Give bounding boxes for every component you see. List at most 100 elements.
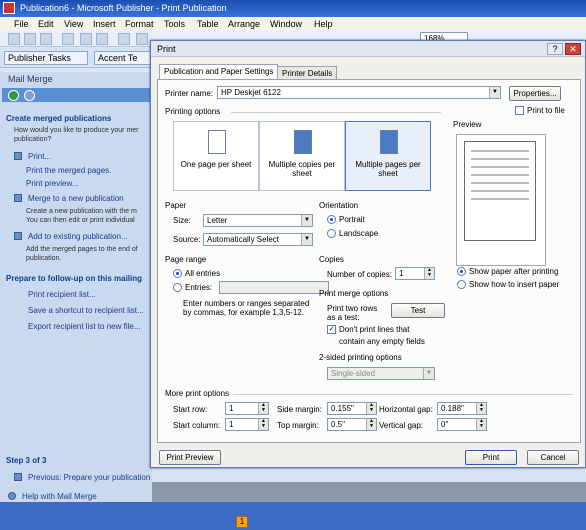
- horizontal-scrollbar[interactable]: [152, 468, 586, 482]
- show-paper-radio[interactable]: [457, 267, 466, 276]
- all-entries-radio[interactable]: [173, 269, 182, 278]
- menu-format[interactable]: Format: [125, 19, 154, 29]
- export-list-link[interactable]: Export recipient list to new file...: [28, 322, 141, 331]
- side-margin-stepper[interactable]: 0.155" ▲ ▼: [327, 402, 377, 415]
- menu-tools[interactable]: Tools: [164, 19, 185, 29]
- add-existing-link[interactable]: Add to existing publication...: [28, 232, 128, 241]
- print-preview-button[interactable]: Print Preview: [159, 450, 221, 465]
- menu-edit[interactable]: Edit: [38, 19, 54, 29]
- portrait-radio[interactable]: [327, 215, 336, 224]
- menu-view[interactable]: View: [64, 19, 83, 29]
- page-navigator[interactable]: 1: [236, 516, 248, 528]
- one-page-per-sheet-option[interactable]: One page per sheet: [173, 121, 259, 191]
- publisher-tasks-button[interactable]: Publisher Tasks: [4, 51, 88, 65]
- show-insert-radio[interactable]: [457, 280, 466, 289]
- properties-button[interactable]: Properties...: [509, 86, 561, 101]
- menu-table[interactable]: Table: [197, 19, 219, 29]
- create-merged-heading: Create merged publications: [6, 114, 112, 123]
- size-value: Letter: [207, 216, 228, 225]
- add-existing-desc-1: Add the merged pages to the end of: [26, 246, 138, 253]
- size-select[interactable]: Letter ▼: [203, 214, 313, 227]
- source-select[interactable]: Automatically Select ▼: [203, 233, 313, 246]
- page-range-label: Page range: [165, 255, 207, 264]
- print-merged-pages-text[interactable]: Print the merged pages.: [26, 166, 111, 175]
- preview-row: [471, 150, 529, 152]
- spin-arrows-icon[interactable]: ▲ ▼: [424, 268, 434, 279]
- printer-name-select[interactable]: HP Deskjet 6122 ▼: [217, 86, 501, 99]
- menu-arrange[interactable]: Arrange: [228, 19, 260, 29]
- start-row-stepper[interactable]: 1 ▲ ▼: [225, 402, 269, 415]
- entries-hint-1: Enter numbers or ranges separated: [183, 299, 310, 308]
- email-icon[interactable]: [62, 33, 74, 45]
- print-recipient-list-link[interactable]: Print recipient list...: [28, 290, 96, 299]
- tab-publication-paper[interactable]: Publication and Paper Settings: [159, 64, 279, 79]
- spelling-icon[interactable]: [118, 33, 130, 45]
- open-icon[interactable]: [24, 33, 36, 45]
- previous-step-link[interactable]: Previous: Prepare your publication: [28, 473, 150, 482]
- spin-arrows-icon[interactable]: ▲ ▼: [366, 419, 376, 430]
- two-sided-label: 2-sided printing options: [319, 353, 402, 362]
- print-preview-icon[interactable]: [96, 33, 108, 45]
- print-to-file-checkbox[interactable]: [515, 106, 524, 115]
- orientation-group-label: Orientation: [319, 201, 359, 210]
- two-sided-select[interactable]: Single-sided ▼: [327, 367, 435, 380]
- dont-print-label: Don't print lines that: [339, 325, 410, 334]
- menu-file[interactable]: File: [14, 19, 29, 29]
- print-button[interactable]: Print: [465, 450, 517, 465]
- menu-insert[interactable]: Insert: [93, 19, 116, 29]
- test-button[interactable]: Test: [391, 303, 445, 318]
- cancel-button[interactable]: Cancel: [527, 450, 579, 465]
- print-preview-link[interactable]: Print preview...: [26, 179, 78, 188]
- v-gap-label: Vertical gap:: [379, 421, 424, 430]
- question-line-2: publication?: [14, 136, 52, 143]
- v-gap-stepper[interactable]: 0" ▲ ▼: [437, 418, 487, 431]
- merge-new-desc-1: Create a new publication with the m: [26, 208, 137, 215]
- landscape-label: Landscape: [339, 229, 379, 238]
- forward-icon[interactable]: [24, 90, 35, 101]
- back-icon[interactable]: [8, 90, 19, 101]
- help-icon[interactable]: ?: [547, 43, 563, 55]
- save-shortcut-link[interactable]: Save a shortcut to recipient list...: [28, 306, 144, 315]
- h-gap-value: 0.188": [441, 404, 464, 413]
- app-title: Publication6 - Microsoft Publisher - Pri…: [20, 3, 227, 13]
- h-gap-label: Horizontal gap:: [379, 405, 433, 414]
- merge-new-link[interactable]: Merge to a new publication: [28, 194, 124, 203]
- entries-radio[interactable]: [173, 283, 182, 292]
- follow-up-heading: Prepare to follow-up on this mailing: [6, 274, 143, 283]
- preview-row: [471, 158, 529, 160]
- preview-row: [471, 190, 529, 192]
- spin-arrows-icon[interactable]: ▲ ▼: [476, 403, 486, 414]
- save-icon[interactable]: [40, 33, 52, 45]
- print-link[interactable]: Print...: [28, 152, 51, 161]
- status-bar: [0, 502, 586, 530]
- print-to-file-label: Print to file: [527, 106, 565, 115]
- divider: [233, 394, 573, 395]
- top-margin-stepper[interactable]: 0.5" ▲ ▼: [327, 418, 377, 431]
- landscape-radio[interactable]: [327, 229, 336, 238]
- multiple-copies-option[interactable]: Multiple copies per sheet: [259, 121, 345, 191]
- multiple-copies-icon: [294, 130, 312, 154]
- publisher-icon[interactable]: [3, 2, 15, 14]
- help-link[interactable]: Help with Mail Merge: [22, 492, 97, 501]
- print-two-rows-1: Print two rows: [327, 304, 378, 313]
- num-copies-stepper[interactable]: 1 ▲ ▼: [395, 267, 435, 280]
- new-icon[interactable]: [8, 33, 20, 45]
- print-icon[interactable]: [80, 33, 92, 45]
- spin-arrows-icon[interactable]: ▲ ▼: [258, 419, 268, 430]
- start-col-stepper[interactable]: 1 ▲ ▼: [225, 418, 269, 431]
- multiple-pages-option[interactable]: Multiple pages per sheet: [345, 121, 431, 191]
- accent-scheme-button[interactable]: Accent Te: [94, 51, 154, 65]
- h-gap-stepper[interactable]: 0.188" ▲ ▼: [437, 402, 487, 415]
- menu-window[interactable]: Window: [270, 19, 302, 29]
- cut-icon[interactable]: [136, 33, 148, 45]
- menu-help[interactable]: Help: [314, 19, 333, 29]
- spin-arrows-icon[interactable]: ▲ ▼: [476, 419, 486, 430]
- start-row-label: Start row:: [173, 405, 208, 414]
- tab-printer-details[interactable]: Printer Details: [277, 66, 338, 79]
- spin-arrows-icon[interactable]: ▲ ▼: [258, 403, 268, 414]
- spin-arrows-icon[interactable]: ▲ ▼: [366, 403, 376, 414]
- close-icon[interactable]: ✕: [565, 43, 581, 55]
- entries-field[interactable]: [219, 281, 329, 294]
- dont-print-checkbox[interactable]: ✓: [327, 325, 336, 334]
- app-title-bar: Publication6 - Microsoft Publisher - Pri…: [0, 0, 586, 17]
